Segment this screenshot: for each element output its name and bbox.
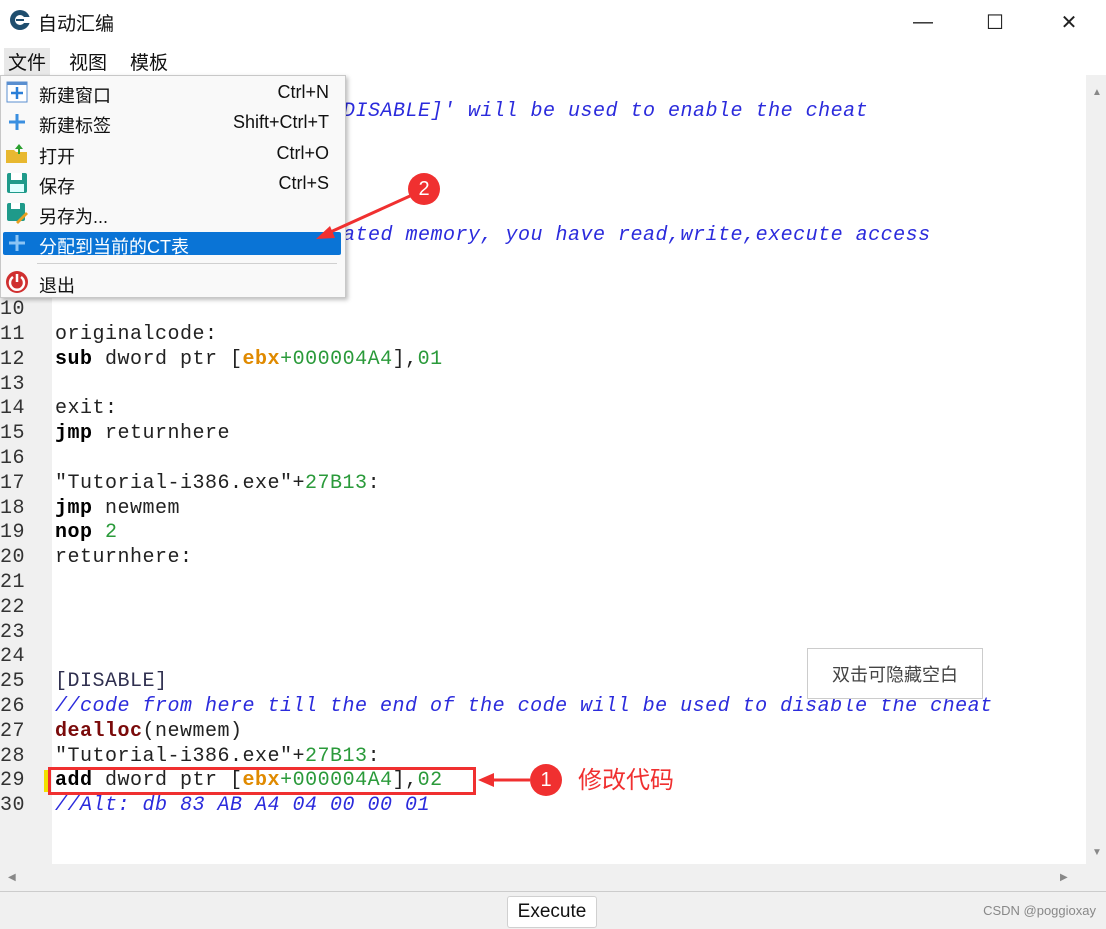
annotation-note: 修改代码 — [578, 767, 674, 794]
step-badge-1: 1 — [530, 764, 562, 796]
step-badge-2: 2 — [408, 173, 440, 205]
